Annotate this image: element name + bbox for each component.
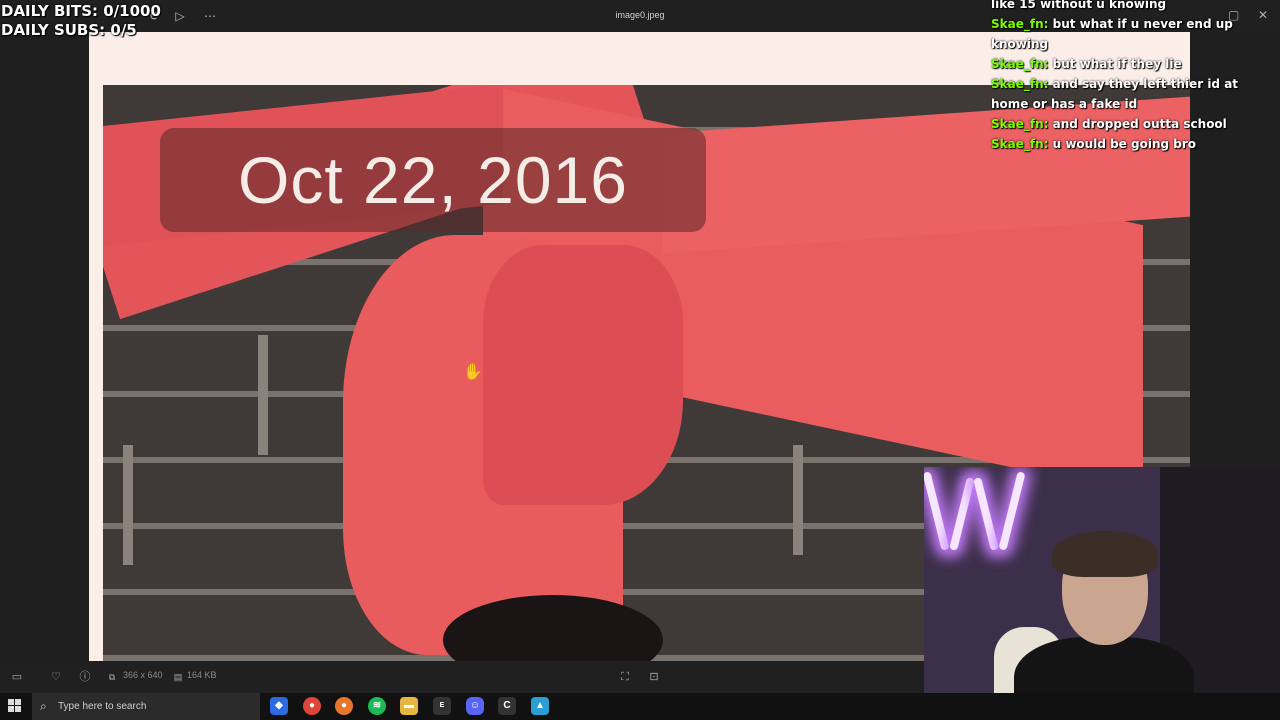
search-placeholder: Type here to search xyxy=(58,701,147,712)
photo-date-overlay: Oct 22, 2016 xyxy=(160,128,706,232)
epic-games-icon[interactable]: E xyxy=(433,697,451,715)
app-icon[interactable]: ◆ xyxy=(270,697,288,715)
stream-goals: DAILY BITS: 0/1000 DAILY SUBS: 0/5 xyxy=(1,2,161,40)
daily-bits: DAILY BITS: 0/1000 xyxy=(1,2,161,20)
spotify-icon[interactable]: ≋ xyxy=(368,697,386,715)
file-size-icon: ▤ xyxy=(173,672,183,682)
chat-message: Skae_fn: but what if u never end up know… xyxy=(991,17,1233,51)
file-explorer-icon[interactable]: ▬ xyxy=(400,697,418,715)
webcam-feed xyxy=(924,467,1280,720)
chat-message: Skae_fn: u would be going bro xyxy=(991,137,1196,151)
dimensions-icon: ⧉ xyxy=(108,672,116,682)
taskbar: ⌕ Type here to search ◆ ● ● ≋ ▬ E ☺ C ▲ xyxy=(0,693,1280,720)
image-dimensions: 366 x 640 xyxy=(123,670,163,680)
discord-icon[interactable]: ☺ xyxy=(466,697,484,715)
daily-subs: DAILY SUBS: 0/5 xyxy=(1,21,137,39)
chrome-icon[interactable]: ● xyxy=(303,697,321,715)
info-icon[interactable]: ⓘ xyxy=(77,669,93,685)
app-c-icon[interactable]: C xyxy=(498,697,516,715)
search-icon: ⌕ xyxy=(40,699,47,713)
stream-chat: like 15 without u knowing Skae_fn: but w… xyxy=(991,0,1261,154)
firefox-icon[interactable]: ● xyxy=(335,697,353,715)
image-file-size: 164 KB xyxy=(187,670,217,680)
chat-message: like 15 without u knowing xyxy=(991,0,1167,11)
actual-size-icon[interactable]: ⊡ xyxy=(646,669,662,685)
chat-message: Skae_fn: and say they left thier id at h… xyxy=(991,77,1239,111)
photo-date-text: Oct 22, 2016 xyxy=(238,143,628,217)
photos-app-icon[interactable]: ▲ xyxy=(531,697,549,715)
favorite-heart-icon[interactable]: ♡ xyxy=(48,669,64,685)
chat-message: Skae_fn: and dropped outta school xyxy=(991,117,1227,131)
taskbar-search[interactable]: ⌕ Type here to search xyxy=(32,693,260,720)
hand-cursor-icon: ✋ xyxy=(463,364,483,381)
filmstrip-icon[interactable]: ▭ xyxy=(9,669,25,685)
windows-start-icon[interactable] xyxy=(8,699,22,713)
fit-to-window-icon[interactable]: ⛶ xyxy=(617,669,633,685)
chat-message: Skae_fn: but what if they lie xyxy=(991,57,1182,71)
